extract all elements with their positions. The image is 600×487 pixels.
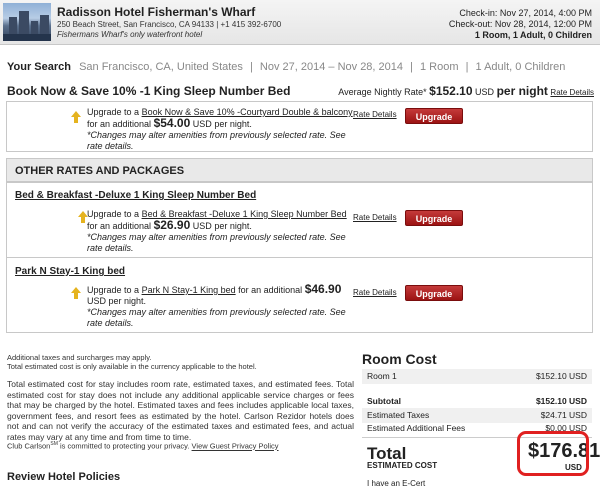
checkin-text: Check-in: Nov 27, 2014, 4:00 PM bbox=[459, 8, 592, 18]
upgrade-currency: USD bbox=[192, 119, 212, 129]
avg-rate-label: Average Nightly Rate* bbox=[338, 87, 427, 97]
cost-row: Subtotal $152.10 USD bbox=[362, 394, 592, 409]
upgrade-box: Upgrade to a Book Now & Save 10% -Courty… bbox=[6, 101, 593, 152]
upgrade-prefix: Upgrade to a bbox=[87, 209, 140, 219]
rate-details-link[interactable]: Rate Details bbox=[353, 110, 397, 119]
occupancy-text: 1 Room, 1 Adult, 0 Children bbox=[474, 30, 592, 40]
privacy-text: is committed to protecting your privacy. bbox=[59, 441, 190, 451]
average-nightly-rate: Average Nightly Rate* $152.10 USD per ni… bbox=[338, 84, 594, 98]
rate-details-link[interactable]: Rate Details bbox=[353, 213, 397, 222]
room-cost-heading: Room Cost bbox=[362, 351, 437, 367]
upgrade-currency: USD bbox=[87, 296, 107, 306]
upgrade-suffix: per night. bbox=[108, 296, 147, 306]
search-dates: Nov 27, 2014 – Nov 28, 2014 bbox=[259, 61, 404, 73]
rate-details-link[interactable]: Rate Details bbox=[353, 288, 397, 297]
search-separator: | bbox=[465, 61, 469, 73]
cost-row-label: Estimated Additional Fees bbox=[367, 423, 466, 433]
package-title[interactable]: Bed & Breakfast -Deluxe 1 King Sleep Num… bbox=[15, 190, 256, 201]
upgrade-now-button[interactable]: Upgrade Now bbox=[405, 285, 463, 315]
search-separator: | bbox=[410, 61, 413, 73]
upgrade-note: *Changes may alter amenities from previo… bbox=[87, 307, 346, 328]
upgrade-text: Upgrade to a Park N Stay-1 King bed for … bbox=[87, 282, 352, 329]
ecert-link[interactable]: I have an E-Cert bbox=[367, 479, 425, 487]
upgrade-prefix: Upgrade to a bbox=[87, 285, 140, 295]
cost-row-label: Estimated Taxes bbox=[367, 410, 430, 420]
upgrade-suffix: per night. bbox=[214, 221, 252, 231]
review-policies-heading[interactable]: Review Hotel Policies bbox=[7, 471, 120, 483]
package-title[interactable]: Park N Stay-1 King bed bbox=[15, 266, 125, 277]
package-item: Bed & Breakfast -Deluxe 1 King Sleep Num… bbox=[7, 182, 592, 257]
upgrade-note: *Changes may alter amenities from previo… bbox=[87, 130, 346, 151]
taxes-note: Additional taxes and surcharges may appl… bbox=[7, 353, 152, 362]
upgrade-text: Upgrade to a Bed & Breakfast -Deluxe 1 K… bbox=[87, 209, 352, 254]
search-label: Your Search bbox=[7, 61, 71, 73]
upgrade-price: $46.90 bbox=[304, 282, 342, 296]
cost-row: Room 1 $152.10 USD bbox=[362, 369, 592, 384]
checkout-text: Check-out: Nov 28, 2014, 12:00 PM bbox=[448, 19, 592, 29]
cost-row-label: Room 1 bbox=[367, 371, 397, 381]
upgrade-link[interactable]: Park N Stay-1 King bed bbox=[142, 285, 236, 295]
package-item: Park N Stay-1 King bed Upgrade to a Park… bbox=[7, 257, 592, 333]
upgrade-for: for an additional bbox=[238, 285, 303, 295]
currency-note: Total estimated cost is only available i… bbox=[7, 362, 257, 371]
highlight-circle bbox=[517, 431, 589, 476]
avg-rate-per-night: per night bbox=[496, 84, 548, 98]
hotel-tagline: Fishermans Wharf's only waterfront hotel bbox=[57, 30, 203, 39]
search-location: San Francisco, CA, United States bbox=[79, 61, 243, 73]
upgrade-price: $26.90 bbox=[153, 218, 191, 232]
cost-row-value: $152.10 USD bbox=[535, 371, 587, 381]
cost-disclaimer: Total estimated cost for stay includes r… bbox=[7, 379, 354, 442]
selected-rate-title: Book Now & Save 10% -1 King Sleep Number… bbox=[7, 84, 291, 98]
hotel-name: Radisson Hotel Fisherman's Wharf bbox=[57, 5, 256, 19]
privacy-policy-link[interactable]: View Guest Privacy Policy bbox=[192, 442, 279, 451]
upgrade-for: for an additional bbox=[87, 119, 152, 129]
search-rooms: 1 Room bbox=[420, 61, 459, 73]
other-rates-heading: OTHER RATES AND PACKAGES bbox=[7, 159, 592, 182]
upgrade-prefix: Upgrade to a bbox=[87, 107, 140, 117]
search-separator: | bbox=[249, 61, 253, 73]
upgrade-price: $54.00 bbox=[153, 116, 191, 130]
upgrade-for: for an additional bbox=[87, 221, 152, 231]
hotel-address: 250 Beach Street, San Francisco, CA 9413… bbox=[57, 20, 282, 29]
upgrade-arrow-icon bbox=[71, 111, 81, 123]
privacy-sm: SM bbox=[50, 441, 58, 447]
privacy-brand: Club Carlson bbox=[7, 441, 51, 451]
estimated-cost-label: ESTIMATED COST bbox=[367, 461, 438, 470]
upgrade-currency: USD bbox=[192, 221, 212, 231]
other-rates-box: OTHER RATES AND PACKAGES Bed & Breakfast… bbox=[6, 158, 593, 333]
avg-rate-currency: USD bbox=[475, 87, 495, 97]
search-summary: Your Search San Francisco, CA, United St… bbox=[7, 61, 565, 73]
rate-details-link[interactable]: Rate Details bbox=[550, 88, 594, 97]
hotel-header: Radisson Hotel Fisherman's Wharf 250 Bea… bbox=[0, 0, 600, 45]
upgrade-now-button[interactable]: Upgrade Now bbox=[405, 108, 463, 138]
upgrade-note: *Changes may alter amenities from previo… bbox=[87, 232, 346, 253]
avg-rate-amount: $152.10 bbox=[429, 84, 473, 98]
cost-row-label: Subtotal bbox=[367, 396, 401, 406]
hotel-thumbnail bbox=[3, 3, 51, 41]
upgrade-now-button[interactable]: Upgrade Now bbox=[405, 210, 463, 240]
stay-summary: Check-in: Nov 27, 2014, 4:00 PM Check-ou… bbox=[449, 8, 592, 41]
upgrade-suffix: per night. bbox=[214, 119, 252, 129]
privacy-statement: Club CarlsonSM is committed to protectin… bbox=[7, 441, 279, 451]
upgrade-text: Upgrade to a Book Now & Save 10% -Courty… bbox=[87, 107, 354, 152]
upgrade-arrow-icon bbox=[71, 287, 81, 299]
cost-row-value: $152.10 USD bbox=[535, 396, 587, 406]
search-guests: 1 Adult, 0 Children bbox=[475, 61, 566, 73]
